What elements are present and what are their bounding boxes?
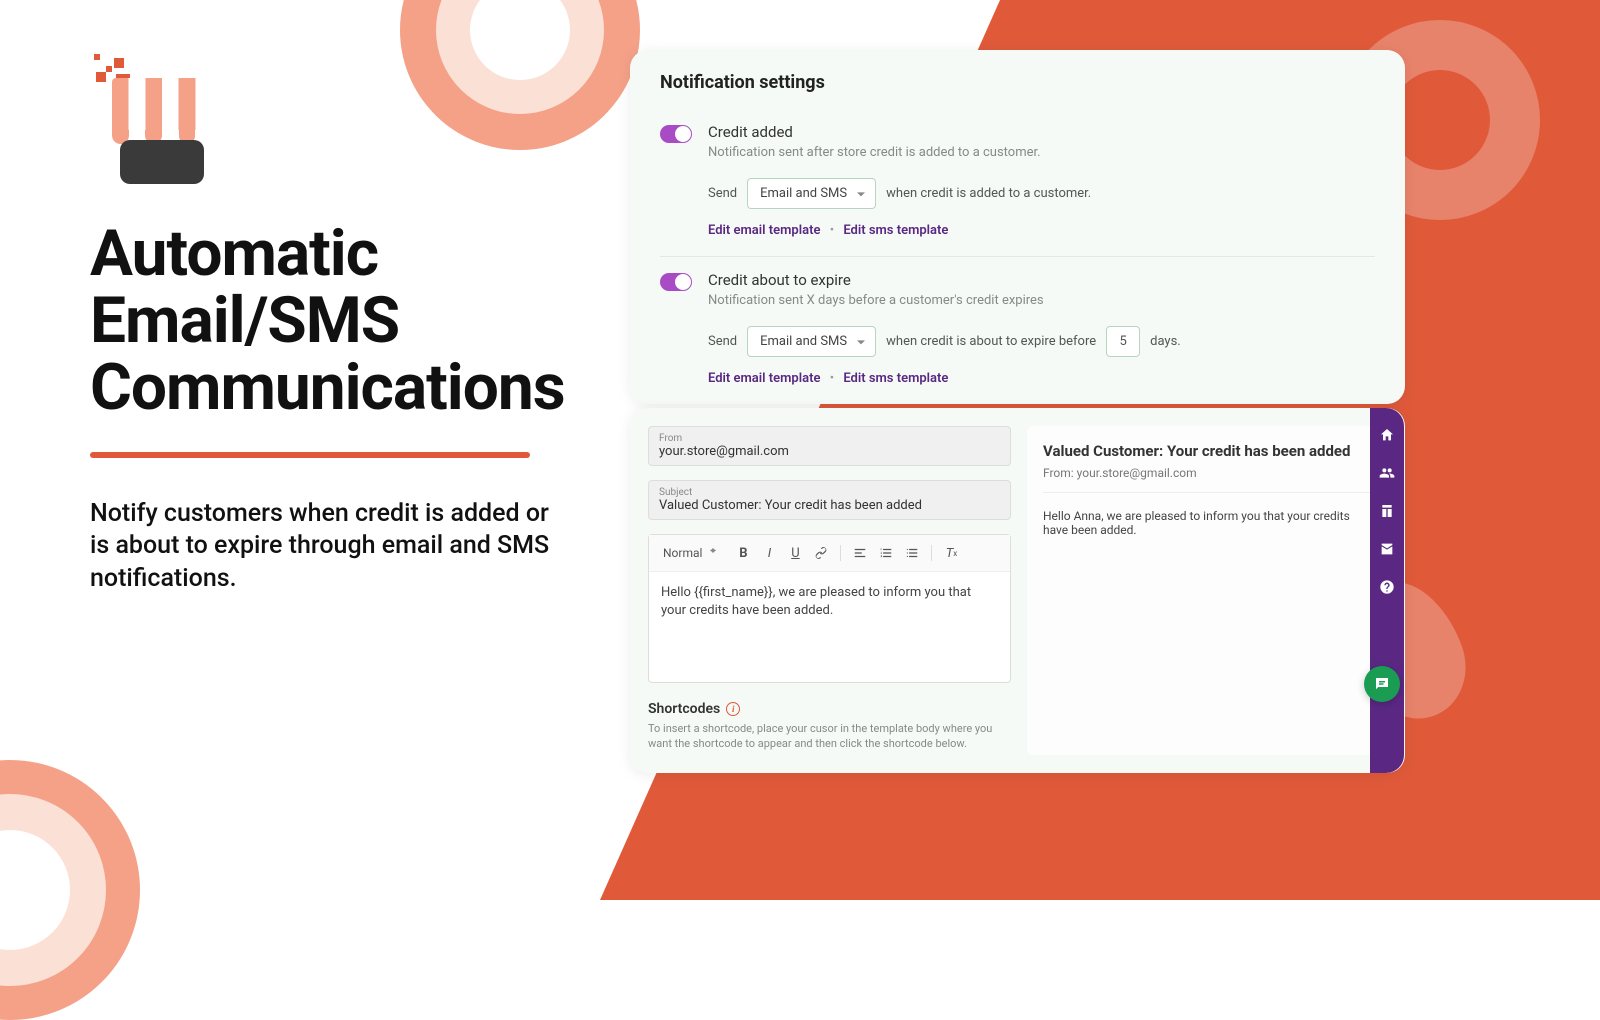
preview-subject: Valued Customer: Your credit has been ad… [1043,442,1371,460]
edit-email-template-link[interactable]: Edit email template [708,371,820,386]
email-editor-card: From your.store@gmail.com Subject Valued… [630,408,1405,773]
credit-expire-mid: when credit is about to expire before [886,334,1096,349]
underline-icon[interactable]: U [784,543,806,563]
help-icon[interactable] [1378,578,1396,596]
days-before-input[interactable]: 5 [1106,326,1140,357]
ordered-list-icon[interactable] [875,543,897,563]
hero-section: Automatic Email/SMS Communications Notif… [90,50,560,595]
italic-icon[interactable]: I [758,543,780,563]
send-label: Send [708,334,737,349]
format-style-dropdown[interactable]: Normal [659,544,720,562]
separator: • [830,223,834,238]
credit-added-row: Credit added Notification sent after sto… [660,109,1375,257]
clear-format-icon[interactable]: Tx [940,543,962,563]
credit-expire-channel-dropdown[interactable]: Email and SMS [747,326,876,357]
chat-button[interactable] [1364,666,1400,702]
email-preview: Valued Customer: Your credit has been ad… [1027,426,1387,755]
settings-heading: Notification settings [660,72,1375,93]
credit-added-title: Credit added [708,123,1375,141]
from-field[interactable]: From your.store@gmail.com [648,426,1011,466]
credit-added-suffix: when credit is added to a customer. [886,186,1091,201]
edit-sms-template-link[interactable]: Edit sms template [843,223,948,238]
subject-field[interactable]: Subject Valued Customer: Your credit has… [648,480,1011,520]
shortcodes-title: Shortcodes [648,701,720,717]
toolbar-divider [840,545,841,561]
edit-sms-template-link[interactable]: Edit sms template [843,371,948,386]
right-sidebar [1370,408,1404,773]
days-label: days. [1150,334,1181,349]
bullet-list-icon[interactable] [901,543,923,563]
link-icon[interactable] [810,543,832,563]
preview-body: Hello Anna, we are pleased to inform you… [1043,509,1371,537]
bold-icon[interactable]: B [732,543,754,563]
hero-title: Automatic Email/SMS Communications [90,220,560,422]
credit-added-toggle[interactable] [660,125,692,143]
credit-expire-toggle[interactable] [660,273,692,291]
store-logo [90,50,220,180]
editor-form: From your.store@gmail.com Subject Valued… [648,426,1011,755]
separator: • [830,371,834,386]
email-body-input[interactable]: Hello {{first_name}}, we are pleased to … [649,572,1010,682]
send-label: Send [708,186,737,201]
subject-label: Subject [659,487,1000,498]
rich-text-editor: Normal B I U Tx Hello {{first_name}}, we… [648,534,1011,683]
info-icon[interactable]: i [726,702,740,716]
shortcodes-desc: To insert a shortcode, place your cusor … [648,721,1011,752]
subject-value: Valued Customer: Your credit has been ad… [659,498,1000,513]
credit-expire-title: Credit about to expire [708,271,1375,289]
credit-added-desc: Notification sent after store credit is … [708,145,1375,160]
rte-toolbar: Normal B I U Tx [649,535,1010,572]
align-icon[interactable] [849,543,871,563]
users-icon[interactable] [1378,464,1396,482]
email-icon[interactable] [1378,540,1396,558]
template-icon[interactable] [1378,502,1396,520]
credit-expire-desc: Notification sent X days before a custom… [708,293,1375,308]
credit-added-channel-dropdown[interactable]: Email and SMS [747,178,876,209]
toolbar-divider [931,545,932,561]
hero-underline [90,452,530,458]
edit-email-template-link[interactable]: Edit email template [708,223,820,238]
from-label: From [659,433,1000,444]
notification-settings-card: Notification settings Credit added Notif… [630,50,1405,404]
from-value: your.store@gmail.com [659,444,1000,459]
credit-expire-row: Credit about to expire Notification sent… [660,257,1375,386]
home-icon[interactable] [1378,426,1396,444]
preview-from: From: your.store@gmail.com [1043,466,1371,493]
shortcodes-section: Shortcodes i To insert a shortcode, plac… [648,701,1011,752]
hero-subtitle: Notify customers when credit is added or… [90,498,560,596]
